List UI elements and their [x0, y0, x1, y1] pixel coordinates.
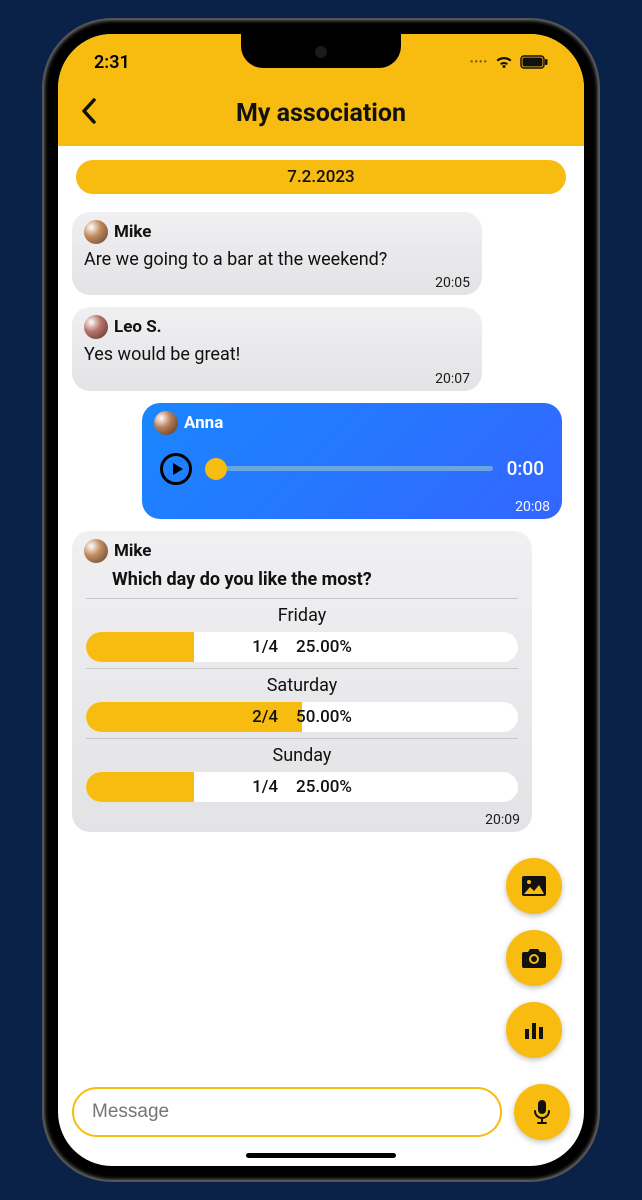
sender-name: Mike — [114, 222, 151, 242]
play-icon — [173, 463, 183, 475]
gallery-button[interactable] — [506, 858, 562, 914]
screen: 2:31 •••• My association 7.2.2023 — [58, 34, 584, 1166]
sender-row: Mike — [84, 220, 470, 244]
fab-stack — [506, 858, 562, 1058]
audio-progress-track[interactable] — [206, 466, 493, 471]
poll-option-label: Saturday — [86, 675, 518, 696]
poll-option[interactable]: Saturday 2/4 50.00% — [84, 669, 520, 738]
poll-percent: 50.00% — [296, 707, 352, 727]
date-separator: 7.2.2023 — [76, 160, 566, 194]
more-dots-icon: •••• — [470, 57, 488, 68]
poll-votes: 1/4 — [252, 637, 278, 657]
back-button[interactable] — [80, 97, 98, 129]
poll-votes: 2/4 — [252, 707, 278, 727]
poll-bubble[interactable]: Mike Which day do you like the most? Fri… — [72, 531, 532, 832]
message-time: 20:09 — [84, 812, 520, 828]
audio-message-bubble[interactable]: Anna 0:00 20:08 — [142, 403, 562, 519]
sender-row: Mike — [84, 539, 520, 563]
poll-percent: 25.00% — [296, 777, 352, 797]
poll-bar: 1/4 25.00% — [86, 632, 518, 662]
poll-bar-fill — [86, 632, 194, 662]
play-button[interactable] — [160, 453, 192, 485]
message-bubble[interactable]: Mike Are we going to a bar at the weeken… — [72, 212, 482, 295]
page-title: My association — [58, 99, 584, 128]
microphone-icon — [533, 1099, 551, 1125]
message-time: 20:05 — [84, 275, 470, 291]
poll-option-label: Sunday — [86, 745, 518, 766]
chevron-left-icon — [80, 97, 98, 125]
poll-question: Which day do you like the most? — [84, 567, 520, 598]
sender-row: Anna — [154, 411, 550, 435]
avatar[interactable] — [84, 539, 108, 563]
avatar[interactable] — [154, 411, 178, 435]
poll-option-label: Friday — [86, 605, 518, 626]
sender-name: Leo S. — [114, 317, 162, 337]
camera-icon — [520, 947, 548, 969]
battery-icon — [520, 55, 548, 69]
status-icons: •••• — [470, 55, 548, 70]
bar-chart-icon — [523, 1019, 545, 1041]
poll-button[interactable] — [506, 1002, 562, 1058]
notch — [241, 34, 401, 68]
sender-row: Leo S. — [84, 315, 470, 339]
sender-name: Mike — [114, 541, 151, 561]
poll-bar: 1/4 25.00% — [86, 772, 518, 802]
voice-button[interactable] — [514, 1084, 570, 1140]
message-text: Are we going to a bar at the weekend? — [84, 248, 470, 271]
message-bubble[interactable]: Leo S. Yes would be great! 20:07 — [72, 307, 482, 390]
message-text: Yes would be great! — [84, 343, 470, 366]
message-time: 20:08 — [154, 499, 550, 515]
avatar[interactable] — [84, 315, 108, 339]
sender-name: Anna — [184, 413, 223, 433]
audio-progress-knob[interactable] — [205, 458, 227, 480]
avatar[interactable] — [84, 220, 108, 244]
poll-votes: 1/4 — [252, 777, 278, 797]
nav-bar: My association — [58, 80, 584, 146]
poll-option[interactable]: Friday 1/4 25.00% — [84, 599, 520, 668]
phone-frame: 2:31 •••• My association 7.2.2023 — [44, 20, 598, 1180]
status-time: 2:31 — [94, 52, 130, 73]
audio-player: 0:00 — [154, 439, 550, 495]
poll-percent: 25.00% — [296, 637, 352, 657]
camera-button[interactable] — [506, 930, 562, 986]
poll-option[interactable]: Sunday 1/4 25.00% — [84, 739, 520, 808]
image-icon — [521, 875, 547, 897]
message-time: 20:07 — [84, 371, 470, 387]
poll-bar: 2/4 50.00% — [86, 702, 518, 732]
poll-bar-fill — [86, 772, 194, 802]
home-indicator[interactable] — [246, 1153, 396, 1158]
wifi-icon — [494, 55, 514, 70]
message-input[interactable] — [72, 1087, 502, 1137]
audio-position: 0:00 — [507, 457, 544, 480]
